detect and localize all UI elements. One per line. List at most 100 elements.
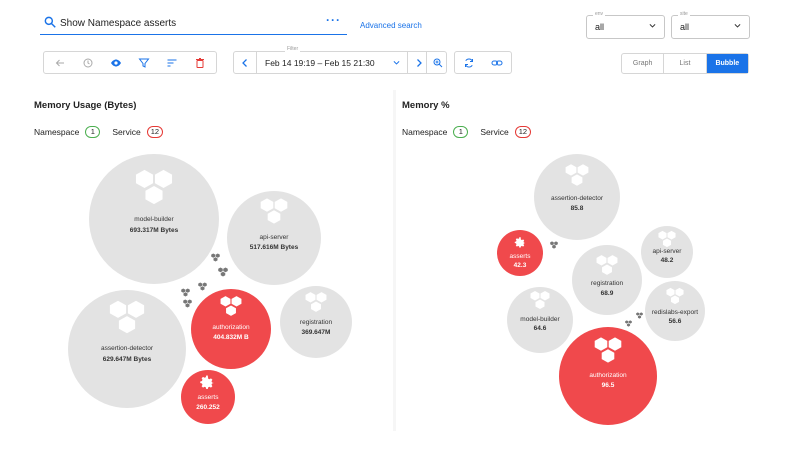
small-bubble[interactable] bbox=[211, 253, 220, 262]
namespace-count-badge[interactable]: 1 bbox=[453, 126, 469, 138]
small-bubble[interactable] bbox=[218, 267, 228, 277]
small-bubble[interactable] bbox=[183, 299, 192, 308]
view-switch: Graph List Bubble bbox=[621, 53, 749, 74]
share-actions bbox=[454, 51, 512, 74]
eye-icon bbox=[111, 59, 121, 66]
chevron-down-icon bbox=[393, 61, 400, 65]
bubble-model-builder[interactable]: model-builder 693.317M Bytes bbox=[89, 154, 219, 284]
bubble-asserts[interactable]: asserts 260.252 bbox=[181, 370, 235, 424]
zoom-in-icon bbox=[433, 58, 442, 67]
bubble-asserts[interactable]: asserts 42.3 bbox=[497, 230, 543, 276]
bubble-name: registration bbox=[300, 319, 333, 326]
link-icon bbox=[491, 60, 503, 65]
bubble-value: 68.9 bbox=[601, 290, 614, 297]
time-range-label: Filter bbox=[285, 46, 301, 52]
bubble-value: 48.2 bbox=[661, 257, 674, 264]
service-count-badge[interactable]: 12 bbox=[514, 126, 532, 138]
bubble-value: 85.8 bbox=[571, 205, 584, 212]
back-button[interactable] bbox=[46, 52, 74, 73]
sort-icon bbox=[167, 59, 177, 66]
chevron-down-icon bbox=[649, 24, 656, 28]
search-icon bbox=[44, 16, 56, 28]
bubble-value: 629.647M Bytes bbox=[103, 356, 152, 363]
bubble-registration[interactable]: registration 369.647M bbox=[280, 286, 352, 358]
cubes-icon bbox=[625, 320, 632, 327]
sort-button[interactable] bbox=[158, 52, 186, 73]
legend-namespace-label: Namespace bbox=[34, 127, 80, 137]
namespace-count-badge[interactable]: 1 bbox=[85, 126, 101, 138]
bubble-name: model-builder bbox=[134, 216, 174, 223]
bubble-assertion-detector[interactable]: assertion-detector 85.8 bbox=[534, 154, 620, 240]
bubble-name: registration bbox=[591, 280, 624, 287]
time-range-field[interactable]: Filter Feb 14 19:19 – Feb 15 21:30 bbox=[256, 46, 408, 73]
memory-usage-bubbles: model-builder 693.317M Bytes api-server … bbox=[68, 154, 352, 424]
filter-icon bbox=[138, 58, 150, 68]
bubble-authorization[interactable]: authorization 96.5 bbox=[559, 327, 657, 425]
bubble-value: 96.5 bbox=[602, 382, 615, 389]
bubble-name: asserts bbox=[510, 253, 532, 260]
toolbar-actions bbox=[43, 51, 217, 74]
advanced-search-link[interactable]: Advanced search bbox=[360, 21, 422, 30]
small-bubble[interactable] bbox=[550, 241, 558, 249]
cubes-icon bbox=[198, 282, 207, 291]
time-range-picker: Filter Feb 14 19:19 – Feb 15 21:30 bbox=[233, 46, 448, 74]
cubes-icon bbox=[636, 312, 643, 319]
env-select[interactable]: env all bbox=[586, 11, 665, 39]
more-icon[interactable]: ··· bbox=[326, 13, 341, 27]
cubes-icon bbox=[181, 288, 190, 297]
copy-link-button[interactable] bbox=[483, 52, 511, 73]
bubble-value: 42.3 bbox=[514, 262, 527, 269]
small-bubble[interactable] bbox=[181, 288, 190, 297]
site-select-label: site bbox=[678, 11, 690, 17]
history-button[interactable] bbox=[74, 52, 102, 73]
cubes-icon bbox=[550, 241, 558, 249]
view-list-button[interactable]: List bbox=[664, 54, 707, 73]
history-icon bbox=[83, 58, 93, 67]
time-range-value: Feb 14 19:19 – Feb 15 21:30 bbox=[265, 58, 375, 68]
legend: Namespace 1 Service 12 bbox=[34, 126, 169, 138]
bubble-api-server[interactable]: api-server 517.616M Bytes bbox=[227, 191, 321, 285]
small-bubble[interactable] bbox=[625, 320, 632, 327]
legend-service-label: Service bbox=[112, 127, 141, 137]
site-select-value: all bbox=[680, 22, 690, 32]
view-bubble-button[interactable]: Bubble bbox=[706, 54, 748, 73]
bubble-authorization[interactable]: authorization 404.832M B bbox=[191, 289, 271, 369]
refresh-button[interactable] bbox=[455, 52, 483, 73]
view-toggle-button[interactable] bbox=[102, 52, 130, 73]
bubble-redislabs-export[interactable]: redislabs-export 56.6 bbox=[645, 281, 705, 341]
bubble-value: 369.647M bbox=[302, 329, 331, 336]
bubble-name: assertion-detector bbox=[101, 345, 154, 352]
bubble-name: redislabs-export bbox=[652, 309, 698, 316]
time-prev-button[interactable] bbox=[234, 52, 256, 73]
bubble-assertion-detector[interactable]: assertion-detector 629.647M Bytes bbox=[68, 290, 186, 408]
bubble-value: 64.6 bbox=[534, 325, 547, 332]
zoom-button[interactable] bbox=[426, 52, 448, 73]
bubble-value: 404.832M B bbox=[213, 334, 249, 341]
cubes-icon bbox=[211, 253, 220, 262]
view-graph-button[interactable]: Graph bbox=[622, 54, 665, 73]
chevron-down-icon bbox=[734, 24, 741, 28]
search-input[interactable] bbox=[60, 14, 320, 32]
legend-service-label: Service bbox=[480, 127, 509, 137]
small-bubble[interactable] bbox=[636, 312, 643, 319]
bubble-registration[interactable]: registration 68.9 bbox=[572, 245, 642, 315]
legend: Namespace 1 Service 12 bbox=[402, 126, 537, 138]
search-bar[interactable]: ··· bbox=[40, 12, 347, 35]
memory-usage-panel: model-builder 693.317M Bytes api-server … bbox=[28, 90, 393, 431]
bubble-name: assertion-detector bbox=[551, 195, 604, 202]
service-count-badge[interactable]: 12 bbox=[146, 126, 164, 138]
site-select[interactable]: site all bbox=[671, 11, 750, 39]
small-bubble[interactable] bbox=[198, 282, 207, 291]
arrow-left-icon bbox=[55, 59, 64, 66]
env-select-label: env bbox=[593, 11, 606, 17]
memory-percent-bubbles: assertion-detector 85.8 asserts 42.3 api… bbox=[497, 154, 705, 425]
bubble-name: model-builder bbox=[520, 316, 560, 323]
chevron-right-icon bbox=[417, 58, 422, 67]
bubble-model-builder[interactable]: model-builder 64.6 bbox=[507, 287, 573, 353]
filter-button[interactable] bbox=[130, 52, 158, 73]
bubble-api-server[interactable]: api-server 48.2 bbox=[641, 226, 693, 278]
delete-button[interactable] bbox=[186, 52, 214, 73]
memory-percent-panel: assertion-detector 85.8 asserts 42.3 api… bbox=[396, 90, 764, 431]
bubble-value: 56.6 bbox=[669, 318, 682, 325]
env-select-value: all bbox=[595, 22, 605, 32]
